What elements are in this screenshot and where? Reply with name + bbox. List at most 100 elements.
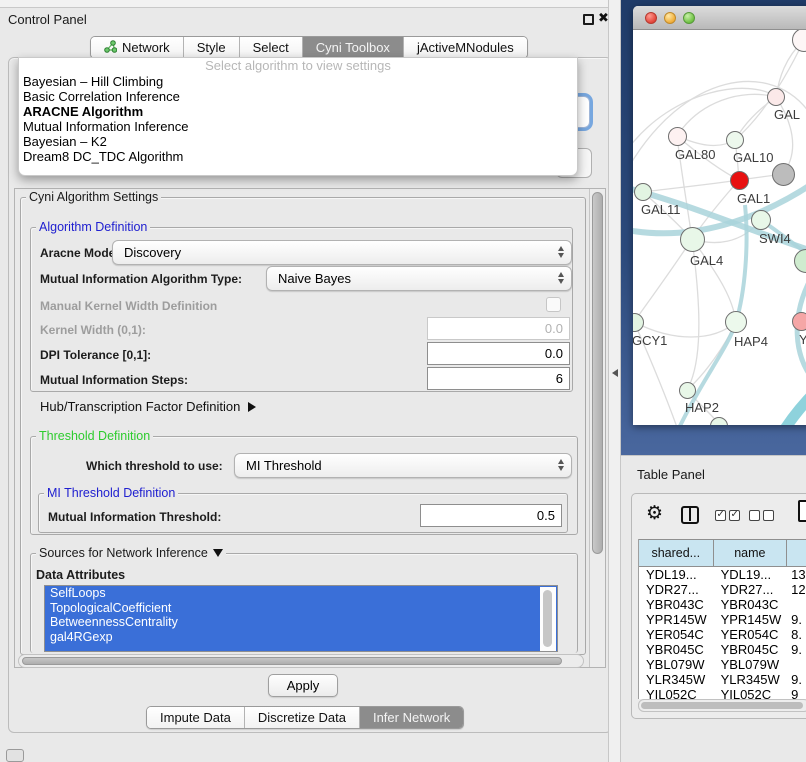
mi-algorithm-type-combo[interactable]: Naive Bayes	[266, 266, 572, 291]
network-node-label: HAP4	[734, 334, 768, 349]
which-threshold-label: Which threshold to use:	[86, 459, 223, 473]
sources-group-title[interactable]: Sources for Network Inference	[36, 546, 226, 560]
tab-network[interactable]: Network	[91, 37, 184, 58]
algorithm-option[interactable]: Basic Correlation Inference	[19, 89, 577, 104]
cell-shared-name: YIL052C	[639, 687, 714, 699]
algorithm-option[interactable]: Dream8 DC_TDC Algorithm	[19, 149, 577, 164]
aracne-mode-combo[interactable]: Discovery	[112, 240, 572, 265]
control-panel-tabbar: Network Style Select Cyni Toolbox jActiv…	[90, 36, 528, 59]
column-layout-icon[interactable]	[681, 506, 699, 524]
algorithm-dropdown: Select algorithm to view settings Bayesi…	[18, 57, 578, 176]
mi-algorithm-type-label: Mutual Information Algorithm Type:	[40, 272, 242, 286]
hub-definition-toggle[interactable]: Hub/Transcription Factor Definition	[40, 399, 256, 414]
window-minimize-button[interactable]	[664, 12, 676, 24]
network-node[interactable]	[730, 171, 749, 190]
table-row[interactable]: YBR045C YBR045C 9.	[639, 642, 806, 657]
network-node[interactable]	[680, 227, 705, 252]
tab-infer-network[interactable]: Infer Network	[360, 707, 463, 728]
table-row[interactable]: YDL19... YDL19... 13	[639, 567, 806, 582]
combo-stepper-icon	[558, 246, 564, 258]
tab-jactivemnodules[interactable]: jActiveMNodules	[404, 37, 527, 58]
tab-discretize-data[interactable]: Discretize Data	[245, 707, 360, 728]
table-horizontal-scrollbar[interactable]	[638, 699, 806, 712]
network-node[interactable]	[679, 382, 696, 399]
settings-vertical-scrollbar[interactable]	[589, 189, 605, 667]
cell-name: YDR27...	[714, 582, 788, 597]
dpi-tolerance-field[interactable]: 0.0	[427, 342, 570, 365]
kernel-width-field[interactable]: 0.0	[427, 317, 570, 340]
network-canvas[interactable]: GALGAL80GAL10GAL1GAL11SWI4GAL4GCY1HAP4YH…	[633, 30, 806, 425]
algorithm-option[interactable]: Bayesian – K2	[19, 134, 577, 149]
select-all-checkboxes-icon[interactable]	[715, 510, 740, 521]
network-tab-icon	[104, 40, 117, 56]
right-workspace: GALGAL80GAL10GAL1GAL11SWI4GAL4GCY1HAP4YH…	[621, 0, 806, 762]
table-row[interactable]: YPR145W YPR145W 9.	[639, 612, 806, 627]
table-row[interactable]: YBL079W YBL079W	[639, 657, 806, 672]
scrollbar-thumb[interactable]	[592, 192, 603, 554]
cell-name: YBR045C	[714, 642, 788, 657]
combo-stepper-icon	[558, 459, 564, 471]
tab-jactivemnodules-label: jActiveMNodules	[417, 40, 514, 55]
panel-divider[interactable]	[608, 0, 621, 762]
column-header-name[interactable]: name	[714, 539, 788, 567]
algorithm-option[interactable]: Bayesian – Hill Climbing	[19, 74, 577, 89]
settings-horizontal-scrollbar[interactable]	[18, 654, 584, 668]
float-window-icon[interactable]	[583, 14, 594, 25]
network-node[interactable]	[792, 312, 806, 331]
cell-name: YER054C	[714, 627, 788, 642]
network-node[interactable]	[772, 163, 795, 186]
network-node[interactable]	[668, 127, 687, 146]
network-node-label: GAL11	[641, 202, 681, 217]
table-row[interactable]: YLR345W YLR345W 9.	[639, 672, 806, 687]
scrollbar-thumb[interactable]	[641, 702, 803, 709]
which-threshold-combo[interactable]: MI Threshold	[234, 453, 572, 478]
table-row[interactable]: YBR043C YBR043C	[639, 597, 806, 612]
attribute-item[interactable]: SelfLoops	[45, 586, 557, 601]
attribute-item[interactable]: TopologicalCoefficient	[45, 601, 557, 616]
attribute-item[interactable]: gal4RGexp	[45, 630, 557, 645]
data-attributes-list[interactable]: SelfLoops TopologicalCoefficient Between…	[44, 585, 558, 652]
apply-button[interactable]: Apply	[268, 674, 338, 697]
network-window-titlebar[interactable]	[633, 6, 806, 30]
table-row[interactable]: YDR27... YDR27... 12	[639, 582, 806, 597]
cell-value: 8.	[787, 627, 806, 642]
algorithm-option-highlighted[interactable]: ARACNE Algorithm	[19, 104, 577, 119]
docked-panel-icon[interactable]	[6, 749, 24, 762]
algorithm-option[interactable]: Mutual Information Inference	[19, 119, 577, 134]
cell-value: 9.	[787, 642, 806, 657]
network-node[interactable]	[725, 311, 747, 333]
mi-steps-field[interactable]: 6	[427, 367, 570, 390]
scrollbar-thumb[interactable]	[22, 657, 562, 665]
window-zoom-button[interactable]	[683, 12, 695, 24]
network-view-window[interactable]: GALGAL80GAL10GAL1GAL11SWI4GAL4GCY1HAP4YH…	[633, 6, 806, 425]
mi-algorithm-type-value: Naive Bayes	[278, 271, 351, 286]
window-close-button[interactable]	[645, 12, 657, 24]
tab-select[interactable]: Select	[240, 37, 303, 58]
aracne-mode-label: Aracne Mode:	[40, 246, 119, 260]
scrollbar-thumb[interactable]	[543, 590, 552, 647]
manual-kernel-width-checkbox[interactable]	[546, 297, 561, 312]
column-header-shared-name[interactable]: shared...	[639, 539, 714, 567]
table-row[interactable]: YER054C YER054C 8.	[639, 627, 806, 642]
network-node[interactable]	[634, 183, 652, 201]
network-node[interactable]	[767, 88, 785, 106]
mi-threshold-field[interactable]: 0.5	[420, 504, 562, 527]
cell-value: 9.	[787, 672, 806, 687]
table-panel-body: ⚙ shared... name YDL19... YDL19... 13 YD…	[631, 493, 806, 719]
collapse-left-icon[interactable]	[612, 369, 618, 377]
tab-impute-data[interactable]: Impute Data	[147, 707, 245, 728]
new-table-icon[interactable]	[798, 500, 806, 522]
network-node[interactable]	[751, 210, 771, 230]
node-table: shared... name YDL19... YDL19... 13 YDR2…	[638, 539, 806, 699]
tab-cyni-toolbox[interactable]: Cyni Toolbox	[303, 37, 404, 58]
deselect-all-checkboxes-icon[interactable]	[749, 510, 774, 521]
tab-style[interactable]: Style	[184, 37, 240, 58]
cell-shared-name: YBR043C	[639, 597, 714, 612]
network-node[interactable]	[726, 131, 744, 149]
column-header-partial[interactable]	[787, 539, 806, 567]
gear-icon[interactable]: ⚙	[646, 502, 663, 525]
manual-kernel-width-label: Manual Kernel Width Definition	[40, 299, 217, 313]
attributes-list-scrollbar[interactable]	[540, 587, 556, 652]
attribute-item[interactable]: BetweennessCentrality	[45, 615, 557, 630]
table-row[interactable]: YIL052C YIL052C 9	[639, 687, 806, 699]
